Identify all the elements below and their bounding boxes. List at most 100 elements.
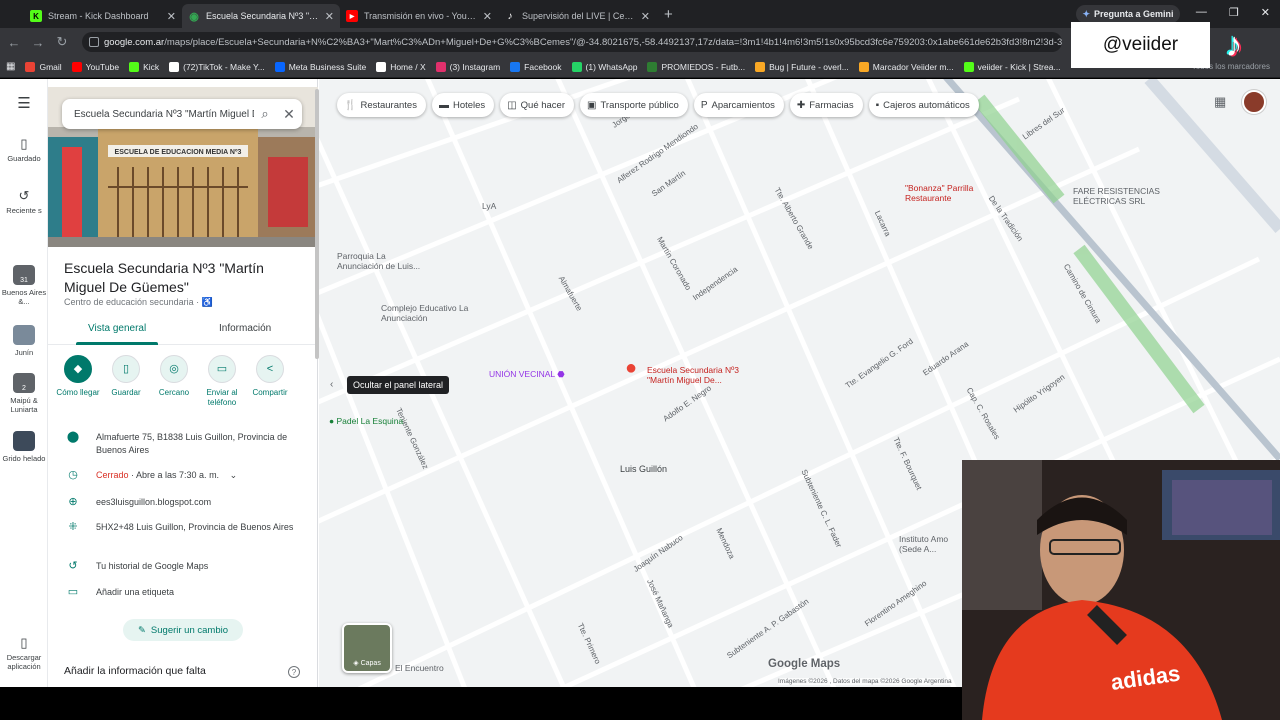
tab-kick-dashboard[interactable]: K Stream - Kick Dashboard ✕ (24, 4, 182, 28)
nearby-button[interactable]: ◎ Cercano (150, 355, 198, 408)
recent-thumbnail (13, 431, 35, 451)
apps-grid-icon[interactable]: ▦ (6, 61, 15, 72)
bookmark-item[interactable]: Kick (129, 61, 159, 72)
chevron-down-icon[interactable]: ⌄ (230, 470, 238, 480)
close-tab-icon[interactable]: ✕ (483, 10, 492, 23)
send-to-phone-button[interactable]: ▭ Enviar al teléfono (198, 355, 246, 408)
forward-icon[interactable]: → (26, 35, 50, 50)
close-tab-icon[interactable]: ✕ (325, 10, 334, 23)
pencil-icon: ✎ (137, 624, 146, 636)
close-icon[interactable]: ✕ (276, 106, 302, 123)
poi-complejo[interactable]: Complejo Educativo La Anunciación (381, 303, 476, 323)
search-icon[interactable]: ⌕ (254, 106, 276, 122)
rail-recent-item[interactable]: 31 Buenos Aires &... (0, 265, 48, 306)
gemini-button[interactable]: ✦ Pregunta a Gemini (1076, 5, 1180, 23)
bookmark-item[interactable]: Marcador Veiider m... (858, 61, 954, 72)
bookmark-favicon-icon (376, 61, 387, 72)
rail-download-label: Descargar aplicación (6, 653, 42, 671)
reload-icon[interactable]: ↻ (50, 34, 74, 50)
selected-place-label[interactable]: Escuela Secundaria Nº3 "Martín Miguel De… (647, 365, 757, 385)
url-field[interactable]: google.com.ar/maps/place/Escuela+Secunda… (82, 32, 1062, 52)
new-tab-icon[interactable]: + (664, 6, 673, 23)
bookmark-item[interactable]: Facebook (510, 61, 562, 72)
google-apps-icon[interactable]: ▦ (1214, 94, 1226, 110)
action-label: Enviar al teléfono (206, 388, 238, 407)
atm-icon: ▪ (875, 99, 880, 111)
suggest-edit-button[interactable]: ✎ Sugerir un cambio (123, 619, 243, 641)
recent-thumbnail: 31 (13, 265, 35, 285)
bookmark-item[interactable]: Bug | Future - overl... (755, 61, 849, 72)
action-label: Compartir (252, 388, 288, 397)
bookmark-item[interactable]: Home / X (376, 61, 426, 72)
bookmark-item[interactable]: (3) Instagram (435, 61, 500, 72)
bookmark-favicon-icon (25, 61, 36, 72)
webcam-image: adidas (962, 460, 1280, 720)
bookmark-item[interactable]: (1) WhatsApp (571, 61, 638, 72)
plus-code-text: 5HX2+48 Luis Guillon, Provincia de Bueno… (96, 522, 294, 532)
gemini-label: Pregunta a Gemini (1094, 9, 1174, 19)
tab-overview[interactable]: Vista general (88, 323, 146, 334)
rail-recent[interactable]: ↺ Reciente s (0, 187, 48, 216)
poi-encuentro[interactable]: El Encuentro (395, 663, 444, 673)
poi-union-vecinal[interactable]: UNIÓN VECINAL ⬣ (489, 369, 565, 379)
save-button[interactable]: ▯ Guardar (102, 355, 150, 408)
site-info-icon[interactable] (89, 37, 99, 47)
park-icon: ● (329, 416, 335, 426)
chip-atms[interactable]: ▪ Cajeros automáticos (868, 93, 979, 117)
account-avatar[interactable] (1242, 90, 1266, 114)
close-tab-icon[interactable]: ✕ (641, 10, 650, 23)
rail-saved[interactable]: ▯ Guardado (0, 135, 48, 164)
poi-label: UNIÓN VECINAL (489, 369, 555, 379)
selected-place-pin-icon[interactable]: ● (625, 358, 637, 378)
action-label: Cercano (158, 388, 190, 397)
bookmark-label: (1) WhatsApp (585, 61, 638, 72)
bookmark-item[interactable]: Gmail (25, 61, 62, 72)
poi-instituto[interactable]: Instituto Amo (Sede A... (899, 534, 959, 554)
poi-bonanza[interactable]: "Bonanza" Parrilla Restaurante (905, 183, 995, 203)
website-link[interactable]: ees3luisguillon.blogspot.com (96, 496, 301, 509)
close-window-icon[interactable]: ✕ (1261, 6, 1270, 19)
tab-youtube-live[interactable]: ▶ Transmisión en vivo - YouTube ✕ (340, 4, 498, 28)
rail-recent-label: Reciente s (6, 206, 42, 215)
bookmark-item[interactable]: (72)TikTok - Make Y... (169, 61, 265, 72)
search-box[interactable]: Escuela Secundaria Nº3 "Martín Miguel De… (62, 99, 302, 129)
address-text: Almafuerte 75, B1838 Luis Guillon, Provi… (96, 432, 288, 455)
menu-icon[interactable]: ☰ (0, 95, 48, 114)
bookmark-item[interactable]: Meta Business Suite (274, 61, 366, 72)
bookmark-item[interactable]: YouTube (71, 61, 119, 72)
google-maps-logo: Google Maps (768, 658, 841, 670)
tab-information[interactable]: Información (219, 323, 271, 334)
chip-restaurants[interactable]: 🍴 Restaurantes (337, 93, 426, 117)
maximize-icon[interactable]: ❐ (1229, 6, 1239, 19)
help-icon[interactable]: ? (288, 666, 300, 678)
history-icon: ↺ (18, 187, 30, 203)
rail-recent-item[interactable]: Junín (0, 325, 48, 357)
layers-button[interactable]: ◈ Capas (342, 623, 392, 673)
poi-parroquia[interactable]: Parroquia La Anunciación de Luis... (337, 251, 427, 271)
search-input[interactable]: Escuela Secundaria Nº3 "Martín Miguel De… (74, 109, 254, 120)
minimize-icon[interactable]: — (1196, 6, 1207, 19)
poi-fare[interactable]: FARE RESISTENCIAS ELÉCTRICAS SRL (1073, 186, 1183, 206)
bookmark-item[interactable]: veiider - Kick | Strea... (963, 61, 1061, 72)
rail-recent-item[interactable]: Grido helado (0, 431, 48, 463)
bookmark-item[interactable]: PROMIEDOS - Futb... (647, 61, 745, 72)
poi-lya[interactable]: LyA (482, 201, 496, 211)
chip-label: Qué hacer (520, 99, 566, 111)
rail-download[interactable]: ▯ Descargar aplicación (0, 634, 48, 672)
suggest-label: Sugerir un cambio (150, 624, 229, 636)
tab-google-maps[interactable]: ◉ Escuela Secundaria Nº3 "Martín ✕ (182, 4, 340, 28)
share-button[interactable]: < Compartir (246, 355, 294, 408)
chip-parking[interactable]: P Aparcamientos (693, 93, 784, 117)
tab-tiktok-live[interactable]: ♪ Supervisión del LIVE | Centro LI ✕ (498, 4, 656, 28)
chip-hotels[interactable]: ▬ Hoteles (431, 93, 495, 117)
back-icon[interactable]: ← (2, 35, 26, 50)
directions-button[interactable]: ◆ Cómo llegar (54, 355, 102, 408)
collapse-panel-icon[interactable]: ‹ (330, 379, 333, 390)
poi-padel[interactable]: ● Padel La Esquina (329, 416, 403, 426)
close-tab-icon[interactable]: ✕ (167, 10, 176, 23)
chip-pharmacies[interactable]: ✚ Farmacias (789, 93, 863, 117)
chip-transit[interactable]: ▣ Transporte público (580, 93, 688, 117)
rail-recent-item[interactable]: 2 Maipú & Luniarta (0, 373, 48, 414)
chip-things-to-do[interactable]: ◫ Qué hacer (500, 93, 575, 117)
screen-bottom-bar (0, 687, 962, 720)
